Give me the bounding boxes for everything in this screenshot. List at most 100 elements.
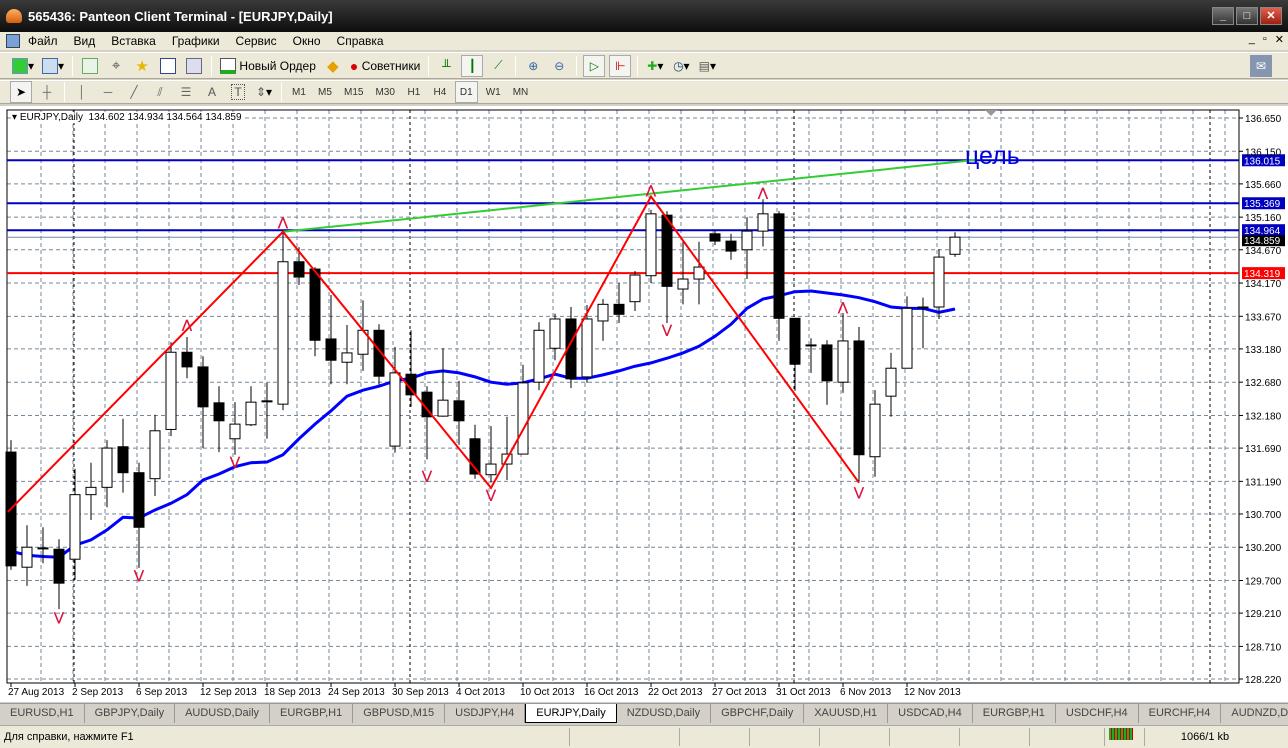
chart-tab[interactable]: EURCHF,H4 [1139,704,1222,723]
line-chart-button[interactable]: ⟋ [487,55,509,77]
mdi-minimize-button[interactable]: _ [1249,33,1255,46]
chart-tab[interactable]: USDCAD,H4 [888,704,973,723]
timeframe-h4[interactable]: H4 [429,81,451,103]
timeframe-m1[interactable]: M1 [288,81,310,103]
message-icon: ✉ [1255,58,1267,73]
bar-chart-button[interactable]: ╨ [435,55,457,77]
chart-tab[interactable]: AUDUSD,Daily [175,704,271,723]
fibo-tool[interactable]: ☰ [175,81,197,103]
chart-symbol: EURJPY,Daily [19,112,83,123]
trend-line [282,158,976,233]
candle-bull [229,423,241,440]
menu-insert[interactable]: Вставка [103,34,164,48]
chart-window-icon[interactable] [6,34,20,48]
profiles-button[interactable]: ▾ [40,55,66,77]
menu-window[interactable]: Окно [285,34,329,48]
target-annotation[interactable]: цель [965,142,1020,171]
chart-tab[interactable]: EURJPY,Daily [525,704,617,723]
periods-button[interactable]: ◷ ▾ [670,55,692,77]
crosshair-tool[interactable]: ┼ [36,81,58,103]
chart-tab[interactable]: GBPJPY,Daily [85,704,176,723]
window-title: 565436: Panteon Client Terminal - [EURJP… [28,8,333,24]
candle-bull [629,274,641,303]
timeframe-d1[interactable]: D1 [454,81,478,103]
text-tool[interactable]: A [201,81,223,103]
maximize-button[interactable]: □ [1236,7,1258,25]
chart-tab[interactable]: GBPUSD,M15 [353,704,446,723]
star-folder-icon: ★ [135,57,149,75]
chart-tab[interactable]: EURGBP,H1 [270,704,354,723]
timeframe-mn[interactable]: MN [509,81,533,103]
vertical-line-tool[interactable]: │ [71,81,93,103]
text-label-icon: T [231,84,245,100]
market-watch-button[interactable] [79,55,101,77]
fractal-up-icon: ⋀ [181,317,193,331]
tester-icon [186,57,203,74]
price-chart[interactable]: 136.015 135.369 134.964 134.319 ⋀ ⋀ ⋀ ⋀ ⋀ ⋁ ⋁ ⋁ ⋁ ⋁ ⋁ ⋁… [0,106,1288,702]
tester-button[interactable] [183,55,205,77]
indicators-button[interactable]: ✚ ▾ [644,55,666,77]
horizontal-line-tool[interactable]: ─ [97,81,119,103]
candle-bull [741,230,753,251]
menu-help[interactable]: Справка [329,34,392,48]
close-button[interactable]: ✕ [1260,7,1282,25]
chart-canvas[interactable]: 136.015135.369134.964134.319⋀⋀⋀ ⋀⋀⋁⋁⋁⋁⋁⋁⋁… [0,106,1288,702]
chart-tab[interactable]: XAUUSD,H1 [804,704,889,723]
new-order-button[interactable]: Новый Ордер [218,55,318,77]
candle-bear [709,233,721,242]
menu-charts[interactable]: Графики [164,34,228,48]
candle-bear [773,213,785,319]
chart-low: 134.564 [166,112,203,123]
timeframe-m15[interactable]: M15 [340,81,367,103]
candle-bull [757,213,769,232]
trendline-tool[interactable]: ╱ [123,81,145,103]
cursor-tool[interactable]: ➤ [10,81,32,103]
chart-tab[interactable]: USDJPY,H4 [445,704,526,723]
autoscroll-button[interactable]: ▷ [583,54,606,77]
chart-shift-button[interactable]: ⊩ [609,54,632,77]
zoom-out-button[interactable]: ⊖ [548,55,570,77]
moving-average-line [10,289,956,559]
expert-advisors-button[interactable]: ● Советники [348,55,422,77]
chart-close: 134.859 [205,112,242,123]
candle-bull [85,486,97,496]
minimize-button[interactable]: _ [1212,7,1234,25]
zoom-in-button[interactable]: ⊕ [522,55,544,77]
chart-tab[interactable]: USDCHF,H4 [1056,704,1139,723]
chart-tab[interactable]: EURUSD,H1 [0,704,85,723]
mdi-restore-button[interactable]: ▫ [1263,33,1267,46]
timeframe-m5[interactable]: M5 [314,81,336,103]
x-tick-label: 16 Oct 2013 [584,687,639,698]
new-chart-button[interactable]: ▾ [10,55,36,77]
candlestick-button[interactable]: ┃ [461,54,484,77]
chart-tab[interactable]: AUDNZD,Daily [1221,704,1288,723]
templates-button[interactable]: ▤ ▾ [696,55,718,77]
candle-bear [613,303,625,315]
arrows-tool[interactable]: ⇕ ▾ [253,81,275,103]
crosshair-button[interactable]: ⌖ [105,55,127,77]
timeframe-h1[interactable]: H1 [403,81,425,103]
terminal-button[interactable] [157,55,179,77]
autotrading-warning-button[interactable]: ◆ [322,55,344,77]
candle-bull [645,213,657,277]
collapse-icon[interactable]: ▾ [12,112,17,123]
messages-button[interactable]: ✉ [1250,54,1272,77]
chart-tab[interactable]: GBPCHF,Daily [711,704,805,723]
timeframe-m30[interactable]: M30 [371,81,398,103]
menu-tools[interactable]: Сервис [228,34,285,48]
channel-tool[interactable]: ⫽ [149,81,171,103]
menu-view[interactable]: Вид [66,34,104,48]
text-label-tool[interactable]: T [227,81,249,103]
y-tick-label: 133.180 [1245,345,1282,356]
vertical-line-icon: │ [78,85,86,99]
candle-bull [933,256,945,308]
mdi-close-button[interactable]: ✕ [1275,33,1284,46]
menu-file[interactable]: Файл [20,34,66,48]
chart-tab[interactable]: EURGBP,H1 [973,704,1056,723]
text-icon: A [207,85,216,99]
navigator-button[interactable]: ★ [131,55,153,77]
timeframe-w1[interactable]: W1 [482,81,505,103]
y-tick-label: 135.660 [1245,180,1282,191]
chart-tab[interactable]: NZDUSD,Daily [617,704,712,723]
y-tick-label: 129.700 [1245,577,1282,588]
